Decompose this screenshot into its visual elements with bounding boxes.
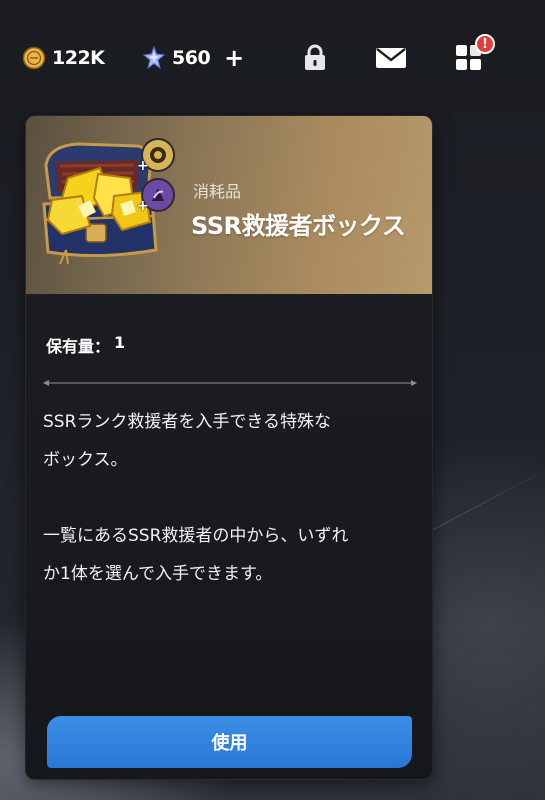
description-paragraph: 一覧にあるSSR救援者の中から、いずれ か1体を選んで入手できます。 [43, 526, 349, 584]
item-detail-card: + + 消耗品 SSR救援者ボックス 保有量： 1 SSRランク救援者を入手でき… [25, 115, 433, 780]
divider [43, 380, 417, 386]
purple-bonus-icon: + [137, 178, 175, 214]
plus-icon: + [137, 158, 149, 174]
coin-icon [22, 46, 46, 70]
owned-label: 保有量： [46, 337, 111, 356]
mail-icon[interactable] [374, 42, 408, 74]
add-gems-button[interactable]: + [224, 46, 244, 70]
gem-icon [142, 46, 166, 70]
item-type-label: 消耗品 [193, 182, 242, 201]
top-bar: 122K 560 + ! [0, 34, 545, 76]
coin-counter: 122K [22, 44, 105, 72]
coin-bonus-icon: + [137, 138, 175, 174]
item-header: + + 消耗品 SSR救援者ボックス [26, 116, 432, 294]
gem-value: 560 [172, 47, 211, 69]
item-description: SSRランク救援者を入手できる特殊な ボックス。 一覧にあるSSR救援者の中から… [43, 403, 423, 593]
owned-quantity: 保有量： 1 [46, 333, 125, 357]
description-paragraph: SSRランク救援者を入手できる特殊な ボックス。 [43, 412, 332, 470]
notification-badge: ! [475, 34, 495, 54]
coin-value: 122K [52, 47, 105, 69]
plus-icon: + [137, 198, 149, 214]
use-button[interactable]: 使用 [47, 716, 412, 768]
gem-counter: 560 + [142, 44, 244, 72]
owned-value: 1 [114, 333, 126, 352]
item-name: SSR救援者ボックス [191, 212, 406, 240]
lock-icon[interactable] [298, 42, 332, 74]
